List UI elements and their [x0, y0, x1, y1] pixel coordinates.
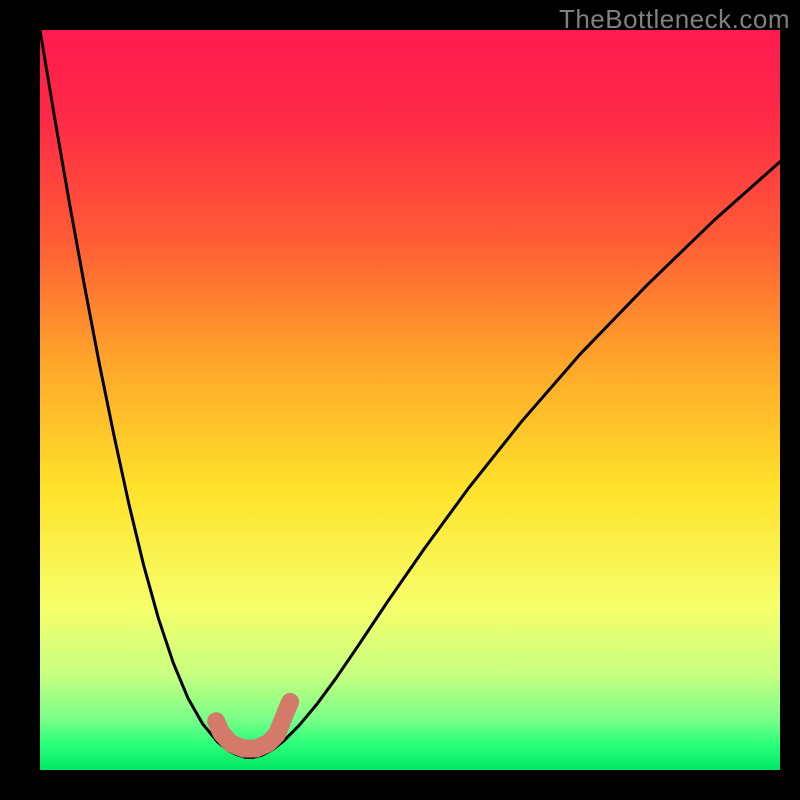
bottleneck-chart — [0, 0, 800, 800]
plot-background — [40, 30, 780, 770]
chart-frame: { "watermark": "TheBottleneck.com", "cha… — [0, 0, 800, 800]
watermark-text: TheBottleneck.com — [559, 4, 790, 35]
